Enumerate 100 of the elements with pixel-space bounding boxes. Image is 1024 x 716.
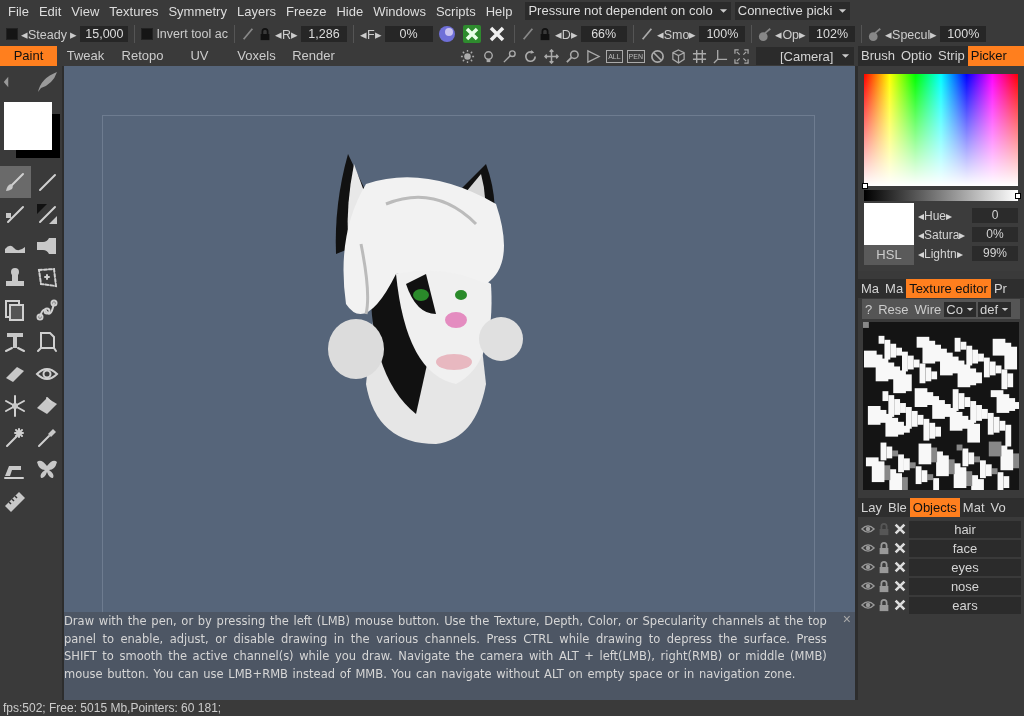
dropdown[interactable]: def [977,301,1011,317]
sun-icon[interactable] [460,48,476,64]
spray-icon[interactable] [868,27,883,41]
spinner-label[interactable]: ◂Smo▸ [656,26,697,42]
object-name[interactable]: nose [909,577,1021,595]
rotate-icon[interactable] [523,48,539,64]
menu-item[interactable]: View [66,3,105,19]
spinner-label[interactable]: ◂D▸ [554,26,578,42]
hsl-button[interactable]: HSL [864,245,914,265]
mode-tab[interactable]: Voxels [228,46,285,66]
panel-tab[interactable]: Ma [858,279,883,298]
eye-icon[interactable] [861,598,875,612]
no-sign-icon[interactable] [650,48,665,64]
menu-item[interactable]: Help [480,3,518,19]
value-field[interactable]: 0 [972,208,1018,223]
object-name[interactable]: eyes [909,558,1021,576]
value-field[interactable]: 102% [809,26,856,42]
brush-icon[interactable] [520,27,535,41]
dropdown[interactable]: Pressure not dependent on colo [525,2,731,20]
color-swatches-drawing[interactable] [2,100,60,158]
mode-tab[interactable]: Tweak [57,46,114,66]
dropdown[interactable]: Co [944,301,976,317]
toolbar-button[interactable]: Wire [911,301,945,317]
viewport[interactable] [64,66,855,612]
panel-tab[interactable]: Mat [959,498,988,517]
sphere-icon[interactable] [437,25,456,43]
toolbar-button[interactable]: ? [862,301,876,317]
brush-icon[interactable] [639,27,654,41]
value-field[interactable]: 1,286 [301,26,347,42]
panel-tab[interactable]: Ma [882,279,907,298]
eye-icon[interactable] [861,522,875,536]
spinner-label[interactable]: ◂F▸ [360,26,382,42]
eye-icon[interactable] [861,579,875,593]
grid-icon[interactable] [692,48,707,64]
mode-tab[interactable]: Paint [0,46,57,66]
lock-icon[interactable] [877,598,891,612]
move-icon[interactable] [544,48,560,64]
checkbox[interactable] [6,28,18,40]
lightness-handle[interactable] [1015,193,1021,199]
spinner-label[interactable]: ◂Lightn▸ [918,246,963,261]
panel-tab[interactable]: Ble [884,498,910,517]
panel-tab[interactable]: Vo [987,498,1009,517]
menu-item[interactable]: File [3,3,34,19]
panel-tab[interactable]: Pr [990,279,1010,298]
menu-item[interactable]: Edit [33,3,67,19]
panel-tab[interactable]: Picker [967,46,1024,66]
value-field[interactable]: 66% [580,26,627,42]
panel-tab[interactable]: Lay [858,498,885,517]
menu-item[interactable]: Windows [368,3,431,19]
panel-tab[interactable]: Brush [858,46,898,66]
panel-tab[interactable]: Optio [897,46,936,66]
camera-dropdown[interactable]: [Camera] [756,47,854,65]
cube-icon[interactable] [671,48,686,64]
spinner-label[interactable]: ◂R▸ [274,26,298,42]
spinner-label[interactable]: ◂Steady ▸ [21,26,78,42]
object-name[interactable]: face [909,539,1021,557]
collapse-arrow-icon[interactable] [3,75,9,89]
triangle-icon[interactable] [586,48,602,64]
panel-tab[interactable]: Objects [909,498,960,517]
spray-icon[interactable] [758,27,773,41]
object-name[interactable]: ears [909,596,1021,614]
axes-icon[interactable] [713,48,728,64]
menu-item[interactable]: Layers [231,3,281,19]
uv-map-drawing[interactable] [863,322,1019,490]
panel-tab[interactable]: Strip [935,46,968,66]
spinner-label[interactable]: ◂Hue▸ [918,208,952,223]
checkbox[interactable] [141,28,154,40]
delete-icon[interactable] [893,598,907,612]
value-field[interactable]: 0% [384,26,433,42]
menu-item[interactable]: Scripts [430,3,481,19]
value-field[interactable]: 100% [940,26,987,42]
light-direction-icon[interactable] [502,48,518,64]
delete-icon[interactable] [893,579,907,593]
object-name[interactable]: hair [909,520,1021,538]
value-field[interactable]: 100% [699,26,746,42]
panel-tab[interactable]: Texture editor [906,279,991,298]
color-spectrum[interactable] [864,74,1018,186]
mode-tab[interactable]: UV [171,46,228,66]
lock-icon[interactable] [877,560,891,574]
cross-icon[interactable] [462,25,481,43]
lock-icon[interactable] [877,541,891,555]
mode-tab[interactable]: Retopo [114,46,171,66]
spinner-label[interactable]: ◂Specul▸ [885,26,938,42]
frame-icon[interactable] [734,48,749,64]
value-field[interactable]: 15,000 [80,26,129,42]
eye-icon[interactable] [861,541,875,555]
brush-icon[interactable] [240,27,255,41]
menu-item[interactable]: Freeze [281,3,332,19]
dropdown[interactable]: Connective picki [734,2,851,20]
mode-tab[interactable]: Render [285,46,342,66]
feather-icon[interactable] [35,70,59,94]
close-icon[interactable] [487,25,506,43]
search-icon[interactable] [565,48,581,64]
delete-icon[interactable] [893,541,907,555]
eye-icon[interactable] [861,560,875,574]
menu-item[interactable]: Hide [331,3,369,19]
spinner-label[interactable]: ◂Satura▸ [918,227,966,242]
menu-item[interactable]: Symmetry [163,3,232,19]
value-field[interactable]: 99% [972,246,1018,261]
delete-icon[interactable] [893,522,907,536]
